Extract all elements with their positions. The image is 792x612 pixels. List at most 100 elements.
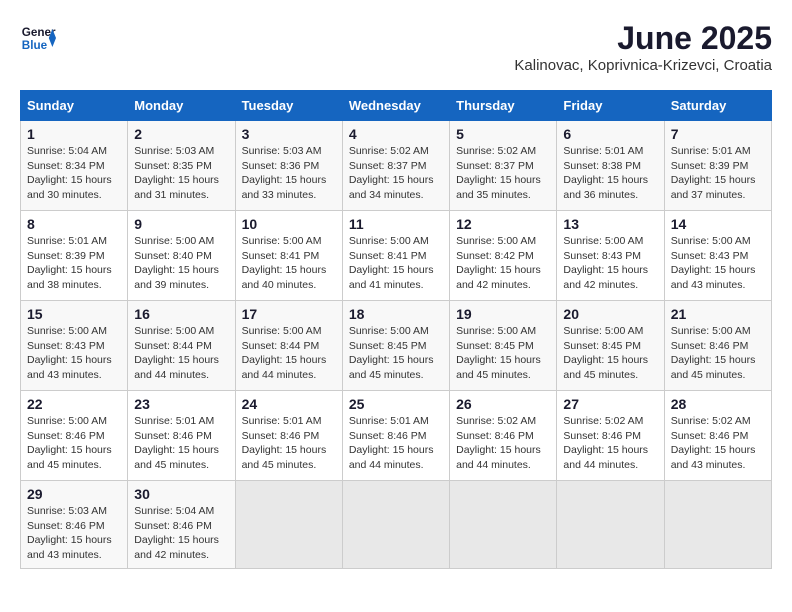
- day-number: 3: [242, 126, 336, 142]
- calendar-cell: 12 Sunrise: 5:00 AMSunset: 8:42 PMDayligh…: [450, 211, 557, 301]
- calendar-cell: 27 Sunrise: 5:02 AMSunset: 8:46 PMDayligh…: [557, 391, 664, 481]
- weekday-header-wednesday: Wednesday: [342, 91, 449, 121]
- calendar-cell: 25Sunrise: 5:01 AMSunset: 8:46 PMDayligh…: [342, 391, 449, 481]
- day-number: 19: [456, 306, 550, 322]
- day-detail: Sunrise: 5:00 AMSunset: 8:42 PMDaylight:…: [456, 234, 550, 293]
- logo: General Blue: [20, 20, 56, 56]
- day-detail: Sunrise: 5:01 AMSunset: 8:39 PMDaylight:…: [671, 144, 765, 203]
- calendar-cell: 16 Sunrise: 5:00 AMSunset: 8:44 PMDayligh…: [128, 301, 235, 391]
- calendar-week-row: 1Sunrise: 5:04 AMSunset: 8:34 PMDaylight…: [21, 121, 772, 211]
- day-number: 23: [134, 396, 228, 412]
- day-number: 13: [563, 216, 657, 232]
- calendar-table: SundayMondayTuesdayWednesdayThursdayFrid…: [20, 90, 772, 569]
- day-detail: Sunrise: 5:00 AMSunset: 8:45 PMDaylight:…: [563, 324, 657, 383]
- weekday-header-thursday: Thursday: [450, 91, 557, 121]
- calendar-cell: 5 Sunrise: 5:02 AMSunset: 8:37 PMDaylight…: [450, 121, 557, 211]
- month-title: June 2025: [514, 20, 772, 57]
- day-number: 18: [349, 306, 443, 322]
- calendar-cell: 4 Sunrise: 5:02 AMSunset: 8:37 PMDaylight…: [342, 121, 449, 211]
- calendar-week-row: 8 Sunrise: 5:01 AMSunset: 8:39 PMDaylight…: [21, 211, 772, 301]
- day-detail: Sunrise: 5:02 AMSunset: 8:37 PMDaylight:…: [456, 144, 550, 203]
- day-detail: Sunrise: 5:00 AMSunset: 8:45 PMDaylight:…: [456, 324, 550, 383]
- day-detail: Sunrise: 5:00 AMSunset: 8:41 PMDaylight:…: [242, 234, 336, 293]
- day-detail: Sunrise: 5:01 AMSunset: 8:46 PMDaylight:…: [349, 414, 443, 473]
- calendar-cell: 21 Sunrise: 5:00 AMSunset: 8:46 PMDayligh…: [664, 301, 771, 391]
- day-number: 9: [134, 216, 228, 232]
- calendar-cell: 15Sunrise: 5:00 AMSunset: 8:43 PMDayligh…: [21, 301, 128, 391]
- day-number: 27: [563, 396, 657, 412]
- day-detail: Sunrise: 5:03 AMSunset: 8:36 PMDaylight:…: [242, 144, 336, 203]
- day-number: 30: [134, 486, 228, 502]
- calendar-cell: 11 Sunrise: 5:00 AMSunset: 8:41 PMDayligh…: [342, 211, 449, 301]
- day-number: 10: [242, 216, 336, 232]
- weekday-header-sunday: Sunday: [21, 91, 128, 121]
- weekday-header-friday: Friday: [557, 91, 664, 121]
- day-number: 4: [349, 126, 443, 142]
- day-number: 24: [242, 396, 336, 412]
- day-detail: Sunrise: 5:00 AMSunset: 8:46 PMDaylight:…: [671, 324, 765, 383]
- day-detail: Sunrise: 5:00 AMSunset: 8:44 PMDaylight:…: [242, 324, 336, 383]
- calendar-cell: 7 Sunrise: 5:01 AMSunset: 8:39 PMDaylight…: [664, 121, 771, 211]
- day-number: 14: [671, 216, 765, 232]
- day-detail: Sunrise: 5:00 AMSunset: 8:44 PMDaylight:…: [134, 324, 228, 383]
- day-number: 17: [242, 306, 336, 322]
- calendar-cell: 10 Sunrise: 5:00 AMSunset: 8:41 PMDayligh…: [235, 211, 342, 301]
- day-detail: Sunrise: 5:00 AMSunset: 8:45 PMDaylight:…: [349, 324, 443, 383]
- calendar-cell: [235, 481, 342, 569]
- calendar-cell: 6Sunrise: 5:01 AMSunset: 8:38 PMDaylight…: [557, 121, 664, 211]
- calendar-cell: [664, 481, 771, 569]
- calendar-cell: 24 Sunrise: 5:01 AMSunset: 8:46 PMDayligh…: [235, 391, 342, 481]
- day-detail: Sunrise: 5:04 AMSunset: 8:34 PMDaylight:…: [27, 144, 121, 203]
- day-number: 20: [563, 306, 657, 322]
- calendar-cell: 20 Sunrise: 5:00 AMSunset: 8:45 PMDayligh…: [557, 301, 664, 391]
- title-area: June 2025 Kalinovac, Koprivnica-Krizevci…: [514, 20, 772, 74]
- day-number: 26: [456, 396, 550, 412]
- calendar-cell: 13Sunrise: 5:00 AMSunset: 8:43 PMDayligh…: [557, 211, 664, 301]
- calendar-cell: 2Sunrise: 5:03 AMSunset: 8:35 PMDaylight…: [128, 121, 235, 211]
- day-detail: Sunrise: 5:01 AMSunset: 8:38 PMDaylight:…: [563, 144, 657, 203]
- day-number: 16: [134, 306, 228, 322]
- calendar-week-row: 15Sunrise: 5:00 AMSunset: 8:43 PMDayligh…: [21, 301, 772, 391]
- day-detail: Sunrise: 5:01 AMSunset: 8:39 PMDaylight:…: [27, 234, 121, 293]
- day-detail: Sunrise: 5:02 AMSunset: 8:46 PMDaylight:…: [671, 414, 765, 473]
- day-detail: Sunrise: 5:00 AMSunset: 8:41 PMDaylight:…: [349, 234, 443, 293]
- weekday-header-monday: Monday: [128, 91, 235, 121]
- day-number: 7: [671, 126, 765, 142]
- day-number: 5: [456, 126, 550, 142]
- calendar-cell: 1Sunrise: 5:04 AMSunset: 8:34 PMDaylight…: [21, 121, 128, 211]
- calendar-cell: [342, 481, 449, 569]
- day-number: 8: [27, 216, 121, 232]
- day-number: 22: [27, 396, 121, 412]
- day-detail: Sunrise: 5:01 AMSunset: 8:46 PMDaylight:…: [134, 414, 228, 473]
- calendar-cell: 26 Sunrise: 5:02 AMSunset: 8:46 PMDayligh…: [450, 391, 557, 481]
- calendar-cell: 18 Sunrise: 5:00 AMSunset: 8:45 PMDayligh…: [342, 301, 449, 391]
- day-detail: Sunrise: 5:02 AMSunset: 8:37 PMDaylight:…: [349, 144, 443, 203]
- calendar-cell: 22Sunrise: 5:00 AMSunset: 8:46 PMDayligh…: [21, 391, 128, 481]
- day-detail: Sunrise: 5:00 AMSunset: 8:43 PMDaylight:…: [671, 234, 765, 293]
- calendar-cell: 3 Sunrise: 5:03 AMSunset: 8:36 PMDaylight…: [235, 121, 342, 211]
- day-detail: Sunrise: 5:02 AMSunset: 8:46 PMDaylight:…: [563, 414, 657, 473]
- day-detail: Sunrise: 5:01 AMSunset: 8:46 PMDaylight:…: [242, 414, 336, 473]
- day-number: 11: [349, 216, 443, 232]
- calendar-cell: 19 Sunrise: 5:00 AMSunset: 8:45 PMDayligh…: [450, 301, 557, 391]
- calendar-cell: [450, 481, 557, 569]
- day-detail: Sunrise: 5:00 AMSunset: 8:40 PMDaylight:…: [134, 234, 228, 293]
- weekday-header-row: SundayMondayTuesdayWednesdayThursdayFrid…: [21, 91, 772, 121]
- day-detail: Sunrise: 5:03 AMSunset: 8:46 PMDaylight:…: [27, 504, 121, 563]
- day-detail: Sunrise: 5:02 AMSunset: 8:46 PMDaylight:…: [456, 414, 550, 473]
- location-title: Kalinovac, Koprivnica-Krizevci, Croatia: [514, 57, 772, 74]
- calendar-cell: 28Sunrise: 5:02 AMSunset: 8:46 PMDayligh…: [664, 391, 771, 481]
- calendar-cell: 29Sunrise: 5:03 AMSunset: 8:46 PMDayligh…: [21, 481, 128, 569]
- calendar-cell: 14 Sunrise: 5:00 AMSunset: 8:43 PMDayligh…: [664, 211, 771, 301]
- day-number: 12: [456, 216, 550, 232]
- day-detail: Sunrise: 5:03 AMSunset: 8:35 PMDaylight:…: [134, 144, 228, 203]
- day-number: 21: [671, 306, 765, 322]
- calendar-cell: 23 Sunrise: 5:01 AMSunset: 8:46 PMDayligh…: [128, 391, 235, 481]
- calendar-cell: 8 Sunrise: 5:01 AMSunset: 8:39 PMDaylight…: [21, 211, 128, 301]
- calendar-week-row: 29Sunrise: 5:03 AMSunset: 8:46 PMDayligh…: [21, 481, 772, 569]
- logo-icon: General Blue: [20, 20, 56, 56]
- calendar-cell: [557, 481, 664, 569]
- calendar-cell: 9 Sunrise: 5:00 AMSunset: 8:40 PMDaylight…: [128, 211, 235, 301]
- calendar-cell: 30Sunrise: 5:04 AMSunset: 8:46 PMDayligh…: [128, 481, 235, 569]
- calendar-week-row: 22Sunrise: 5:00 AMSunset: 8:46 PMDayligh…: [21, 391, 772, 481]
